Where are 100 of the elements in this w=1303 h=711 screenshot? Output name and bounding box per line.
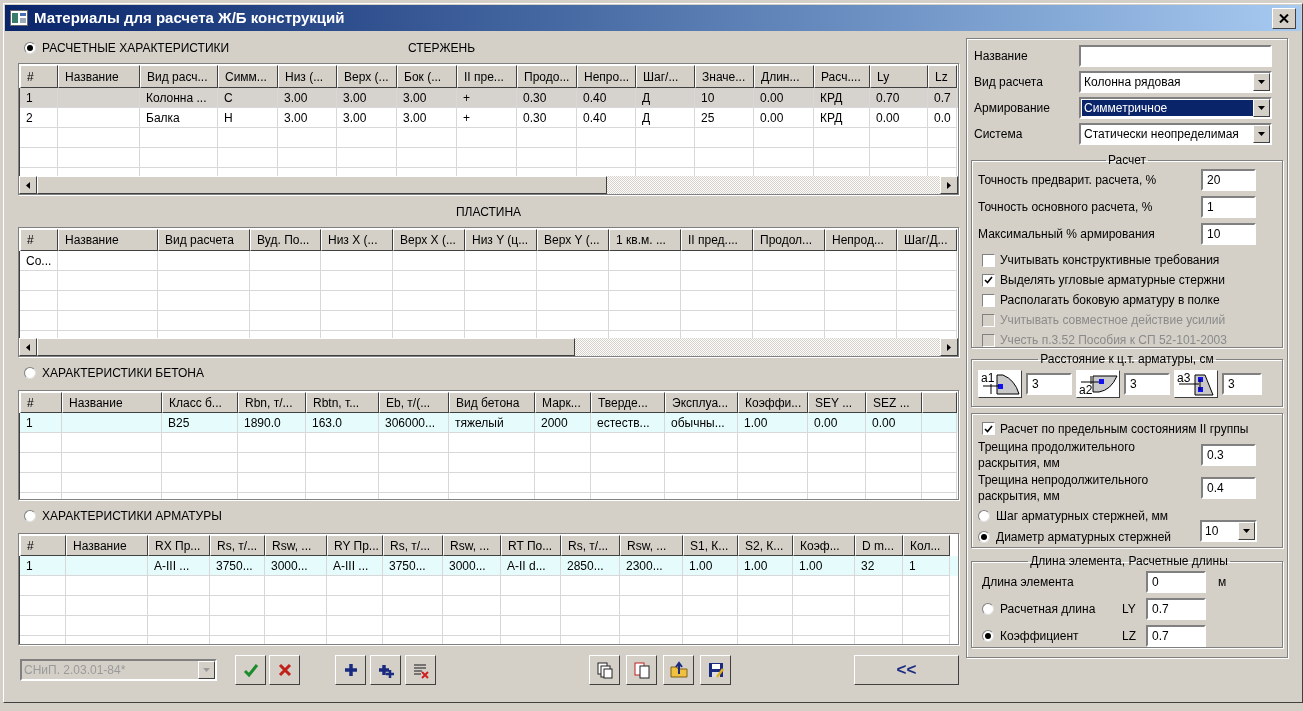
column-header[interactable]: Rbn, т/... [238,392,306,413]
dropdown-button[interactable] [1253,73,1270,91]
table-row[interactable]: Со... [20,251,958,271]
radio-button[interactable]: Шаг арматурных стержней, мм [978,505,1172,526]
column-header[interactable]: Марк... [535,392,591,413]
checkbox[interactable]: Располагать боковую арматуру в полке [978,290,1276,310]
column-header[interactable]: Верх (... [337,65,397,88]
column-header[interactable]: SEY ... [808,392,866,413]
input-field[interactable]: 20 [1201,169,1256,191]
column-header[interactable]: Непрод... [825,229,897,251]
input-field[interactable]: 3 [1026,373,1072,395]
column-header[interactable]: Бок (... [397,65,457,88]
radio-button[interactable]: ХАРАКТЕРИСТИКИ БЕТОНА [18,364,408,382]
column-header[interactable]: Rs, т/... [210,535,265,556]
column-header[interactable]: Эксплуа... [665,392,738,413]
column-header[interactable]: Rsw, ... [443,535,501,556]
column-header[interactable]: Тверде... [591,392,665,413]
checkbox[interactable]: Выделять угловые арматурные стержни [978,270,1276,290]
cancel-button[interactable] [269,655,300,685]
scroll-right-button[interactable] [940,176,958,194]
scroll-right-button[interactable] [940,338,958,356]
table-row[interactable]: 2 Балка Н 3.00 3.00 3.00 + 0.30 0.40 Д 25 0.00 КРД 0.00 0.0 [20,108,958,128]
input-field[interactable]: 0.7 [1146,624,1206,647]
column-header[interactable]: Шаг/Д... [897,229,957,251]
save-button[interactable] [700,655,731,685]
horizontal-scrollbar[interactable] [19,338,958,356]
column-header[interactable]: Симм... [218,65,278,88]
column-header[interactable]: Rsw, ... [620,535,683,556]
column-header[interactable]: S1, К... [683,535,738,556]
column-header[interactable]: Продол... [753,229,825,251]
column-header[interactable]: Низ X (... [321,229,393,251]
radio-button[interactable]: Диаметр арматурных стержней [978,526,1172,547]
column-header[interactable]: Коэф... [793,535,855,556]
input-field[interactable]: 10 [1201,223,1256,245]
cover-button[interactable]: a1 [978,370,1022,398]
column-header[interactable]: Lz [928,65,957,88]
column-header[interactable]: Название [66,535,148,556]
column-header[interactable]: Длин... [754,65,814,88]
column-header[interactable]: Верх Y (... [537,229,609,251]
dropdown[interactable]: 10 [1200,520,1257,542]
radio-button[interactable]: Расчетная длина [982,599,1122,618]
column-header[interactable]: 1 кв.м. ... [609,229,681,251]
column-header[interactable]: Кол... [903,535,950,556]
input-field[interactable]: 3 [1124,373,1170,395]
radio-button[interactable]: ХАРАКТЕРИСТИКИ АРМАТУРЫ [18,507,408,525]
dropdown[interactable]: Симметричное [1079,97,1272,119]
column-header[interactable]: Непро... [577,65,636,88]
column-header[interactable]: # [20,65,58,88]
input-field[interactable]: 1 [1201,196,1256,218]
add-multiple-button[interactable] [370,655,401,685]
column-header[interactable]: RT По... [501,535,561,556]
delete-button[interactable] [405,655,436,685]
dropdown[interactable]: Статически неопределимая [1079,123,1272,145]
column-header[interactable]: Название [58,229,158,251]
dropdown[interactable]: Колонна рядовая [1079,71,1272,93]
column-header[interactable]: Расч.... [814,65,870,88]
column-header[interactable]: II пре... [457,65,517,88]
cover-button[interactable]: a2 [1076,370,1120,398]
radio-button[interactable]: РАСЧЕТНЫЕ ХАРАКТЕРИСТИКИ [18,39,408,57]
column-header[interactable]: Вид бетона [449,392,535,413]
column-header[interactable]: Вид расч... [140,65,218,88]
column-header[interactable]: RX Пр... [148,535,210,556]
horizontal-scrollbar[interactable] [19,176,958,194]
column-header[interactable]: Rsw, ... [265,535,327,556]
table-row[interactable]: 1 А-III ... 3750... 3000... А-III ... 3750... 3000... А-II d... 2850... 2300... 1.00 1.00 1.00 32 1 [20,556,958,576]
column-header[interactable]: Название [62,392,162,413]
column-header[interactable]: Коэффи... [738,392,808,413]
column-header[interactable]: Вид расчета [158,229,250,251]
radio-button[interactable]: Коэффициент [982,626,1122,645]
scroll-left-button[interactable] [19,338,37,356]
column-header[interactable]: Верх X (... [393,229,465,251]
column-header[interactable]: Rs, т/... [383,535,443,556]
column-header[interactable]: Название [58,65,140,88]
paste-button[interactable] [626,655,657,685]
table-row[interactable]: 1 Колонна ... С 3.00 3.00 3.00 + 0.30 0.40 Д 10 0.00 КРД 0.70 0.7 [20,88,958,108]
apply-button[interactable] [235,655,266,685]
column-header[interactable]: # [20,392,62,413]
input-field[interactable]: 0.4 [1201,477,1256,500]
column-header[interactable]: S2, К... [738,535,793,556]
column-header[interactable]: Значе... [695,65,754,88]
input-field[interactable]: 0.7 [1146,597,1206,620]
add-button[interactable] [335,655,366,685]
input-field[interactable]: 0 [1146,571,1206,593]
column-header[interactable]: Eb, т/(... [379,392,449,413]
column-header[interactable]: II пред.... [681,229,753,251]
column-header[interactable]: D m... [855,535,903,556]
scroll-left-button[interactable] [19,176,37,194]
column-header[interactable]: Ly [870,65,928,88]
column-header[interactable]: Класс б... [162,392,238,413]
column-header[interactable]: Продо... [517,65,577,88]
column-header[interactable]: # [20,229,58,251]
scrollbar-thumb[interactable] [37,176,607,194]
scrollbar-thumb[interactable] [37,338,575,356]
column-header[interactable]: RY Пр... [327,535,383,556]
copy-button[interactable] [589,655,620,685]
cover-button[interactable]: a3 [1174,370,1218,398]
column-header[interactable]: Низ (... [278,65,337,88]
checkbox[interactable]: Учитывать конструктивные требования [978,250,1276,270]
dropdown-button[interactable] [1238,522,1255,540]
table-row[interactable]: 1 В25 1890.0 163.0 306000... тяжелый 2000 естеств... обычны... 1.00 0.00 0.00 [20,413,958,433]
